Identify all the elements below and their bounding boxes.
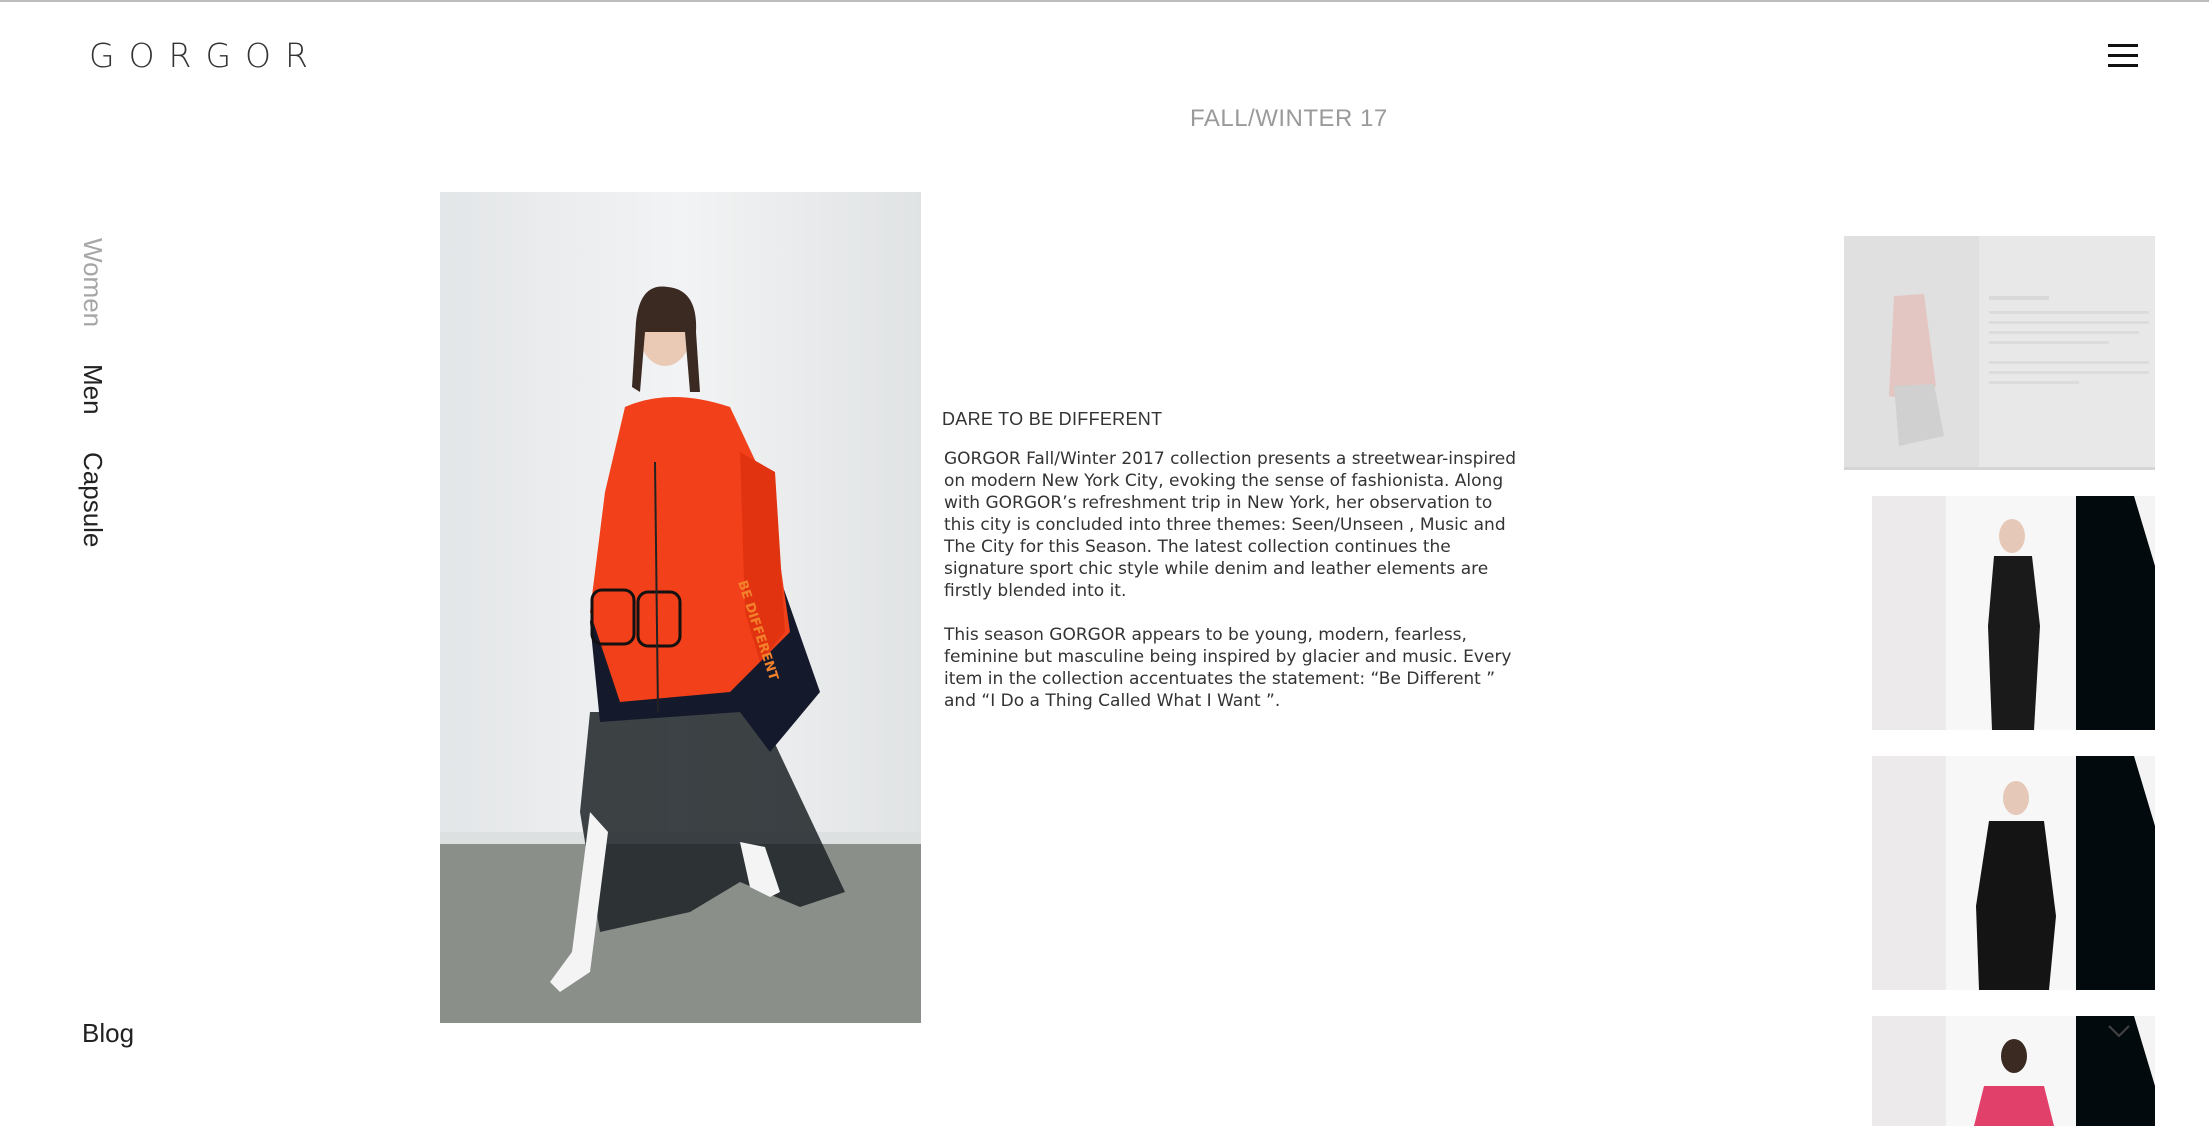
- top-border: [0, 0, 2209, 2]
- thumbnail-pink-top[interactable]: [1844, 1016, 2155, 1126]
- article-paragraph-2: This season GORGOR appears to be young, …: [944, 625, 1512, 711]
- season-title: FALL/WINTER 17: [1190, 105, 1388, 132]
- campaign-photo: BE DIFFERENT: [440, 192, 921, 1023]
- nav-item-men[interactable]: Men: [77, 364, 108, 415]
- nav-item-capsule[interactable]: Capsule: [77, 452, 108, 547]
- article-headline: DARE TO BE DIFFERENT: [942, 409, 1163, 429]
- nav-item-women[interactable]: Women: [77, 238, 108, 327]
- brand-logo[interactable]: GORGOR: [89, 36, 322, 75]
- article-text: DARE TO BE DIFFERENT GORGOR Fall/Winter …: [942, 409, 1522, 734]
- hamburger-menu-icon[interactable]: [2108, 44, 2138, 68]
- thumbnail-black-coat[interactable]: [1844, 756, 2155, 990]
- thumbnail-current[interactable]: [1844, 236, 2155, 470]
- article-paragraph-1: GORGOR Fall/Winter 2017 collection prese…: [944, 449, 1517, 601]
- blog-link[interactable]: Blog: [82, 1018, 134, 1049]
- thumbnail-black-lace-dress[interactable]: [1844, 496, 2155, 730]
